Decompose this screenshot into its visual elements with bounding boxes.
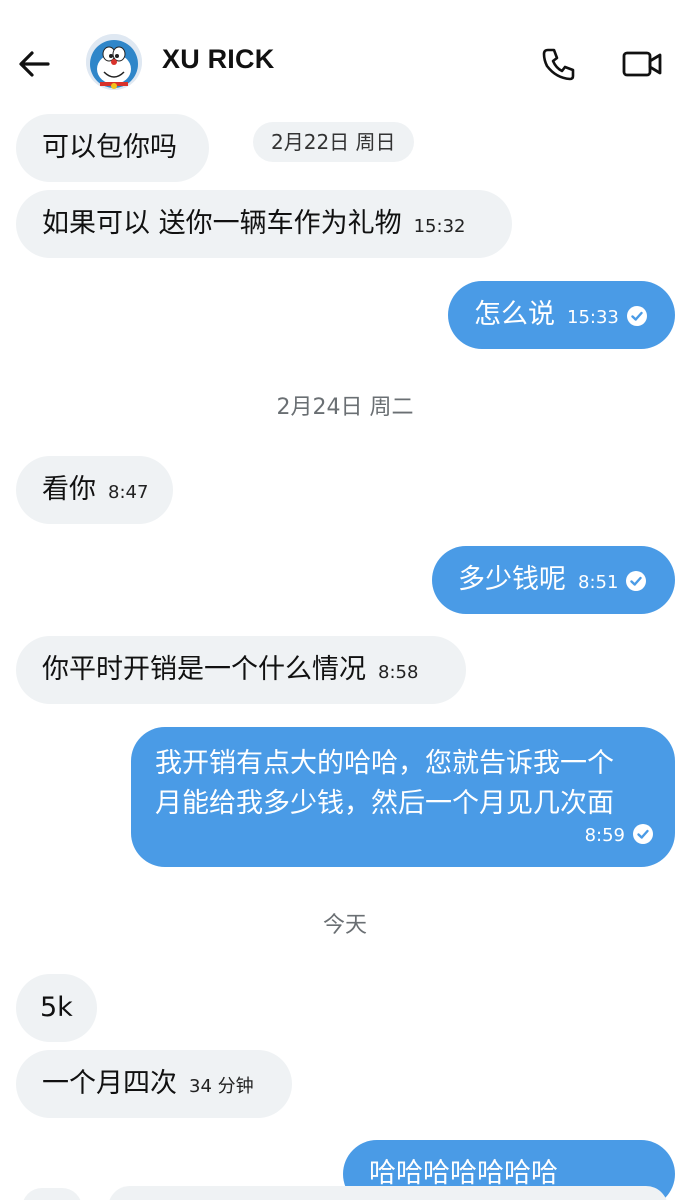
arrow-left-icon (19, 51, 50, 77)
message-meta: 8:59 (573, 816, 653, 853)
composer-bar (0, 1186, 690, 1200)
message-text-line: 我开销有点大的哈哈，您就告诉我一个 (155, 748, 614, 779)
video-call-button[interactable] (620, 44, 664, 84)
message-time: 8:51 (578, 572, 619, 593)
avatar[interactable] (86, 34, 142, 90)
chat-screen: XU RICK 可以包你吗 2月22日 周日 如果可以 送你一辆车作为礼物 15:… (0, 0, 690, 1200)
message-time: 8:58 (378, 662, 419, 683)
read-check-icon (633, 824, 653, 844)
contact-name[interactable]: XU RICK (162, 44, 274, 75)
message-outgoing[interactable]: 多少钱呢 8:51 (432, 546, 675, 614)
message-incoming[interactable]: 你平时开销是一个什么情况 8:58 (16, 636, 466, 704)
message-text: 多少钱呢 (458, 564, 566, 595)
composer-left-button[interactable] (22, 1188, 82, 1200)
date-separator: 今天 (322, 913, 367, 938)
message-time: 15:32 (413, 216, 466, 237)
message-incoming[interactable]: 一个月四次 34 分钟 (16, 1050, 292, 1118)
phone-icon (542, 48, 575, 81)
message-outgoing[interactable]: 我开销有点大的哈哈，您就告诉我一个 月能给我多少钱，然后一个月见几次面 8:59 (131, 727, 675, 867)
message-text: 如果可以 送你一辆车作为礼物 (42, 208, 402, 239)
date-chip: 2月22日 周日 (253, 122, 414, 162)
chat-header: XU RICK (0, 0, 690, 112)
message-text: 哈哈哈哈哈哈哈 (369, 1158, 558, 1189)
message-text: 你平时开销是一个什么情况 (42, 654, 366, 685)
message-outgoing[interactable]: 怎么说 15:33 (448, 281, 675, 349)
message-text: 可以包你吗 (42, 132, 177, 163)
back-button[interactable] (14, 44, 54, 84)
message-text: 一个月四次 (42, 1068, 177, 1099)
message-incoming[interactable]: 如果可以 送你一辆车作为礼物 15:32 (16, 190, 512, 258)
message-text: 怎么说 (474, 299, 555, 330)
date-separator: 2月24日 周二 (276, 395, 414, 420)
message-input[interactable] (108, 1186, 668, 1200)
message-time: 15:33 (567, 307, 619, 328)
message-text: 5k (40, 992, 73, 1023)
message-time: 8:47 (108, 482, 149, 503)
message-time: 34 分钟 (189, 1076, 254, 1097)
message-incoming[interactable]: 5k (16, 974, 97, 1042)
call-button[interactable] (539, 44, 579, 84)
message-incoming[interactable]: 看你 8:47 (16, 456, 173, 524)
video-camera-icon (622, 51, 662, 77)
message-time: 8:59 (584, 825, 625, 846)
read-check-icon (626, 306, 647, 326)
message-incoming[interactable]: 可以包你吗 (16, 114, 209, 182)
read-check-icon (626, 571, 647, 591)
doraemon-avatar-icon (86, 34, 142, 90)
message-text: 看你 (42, 474, 96, 505)
